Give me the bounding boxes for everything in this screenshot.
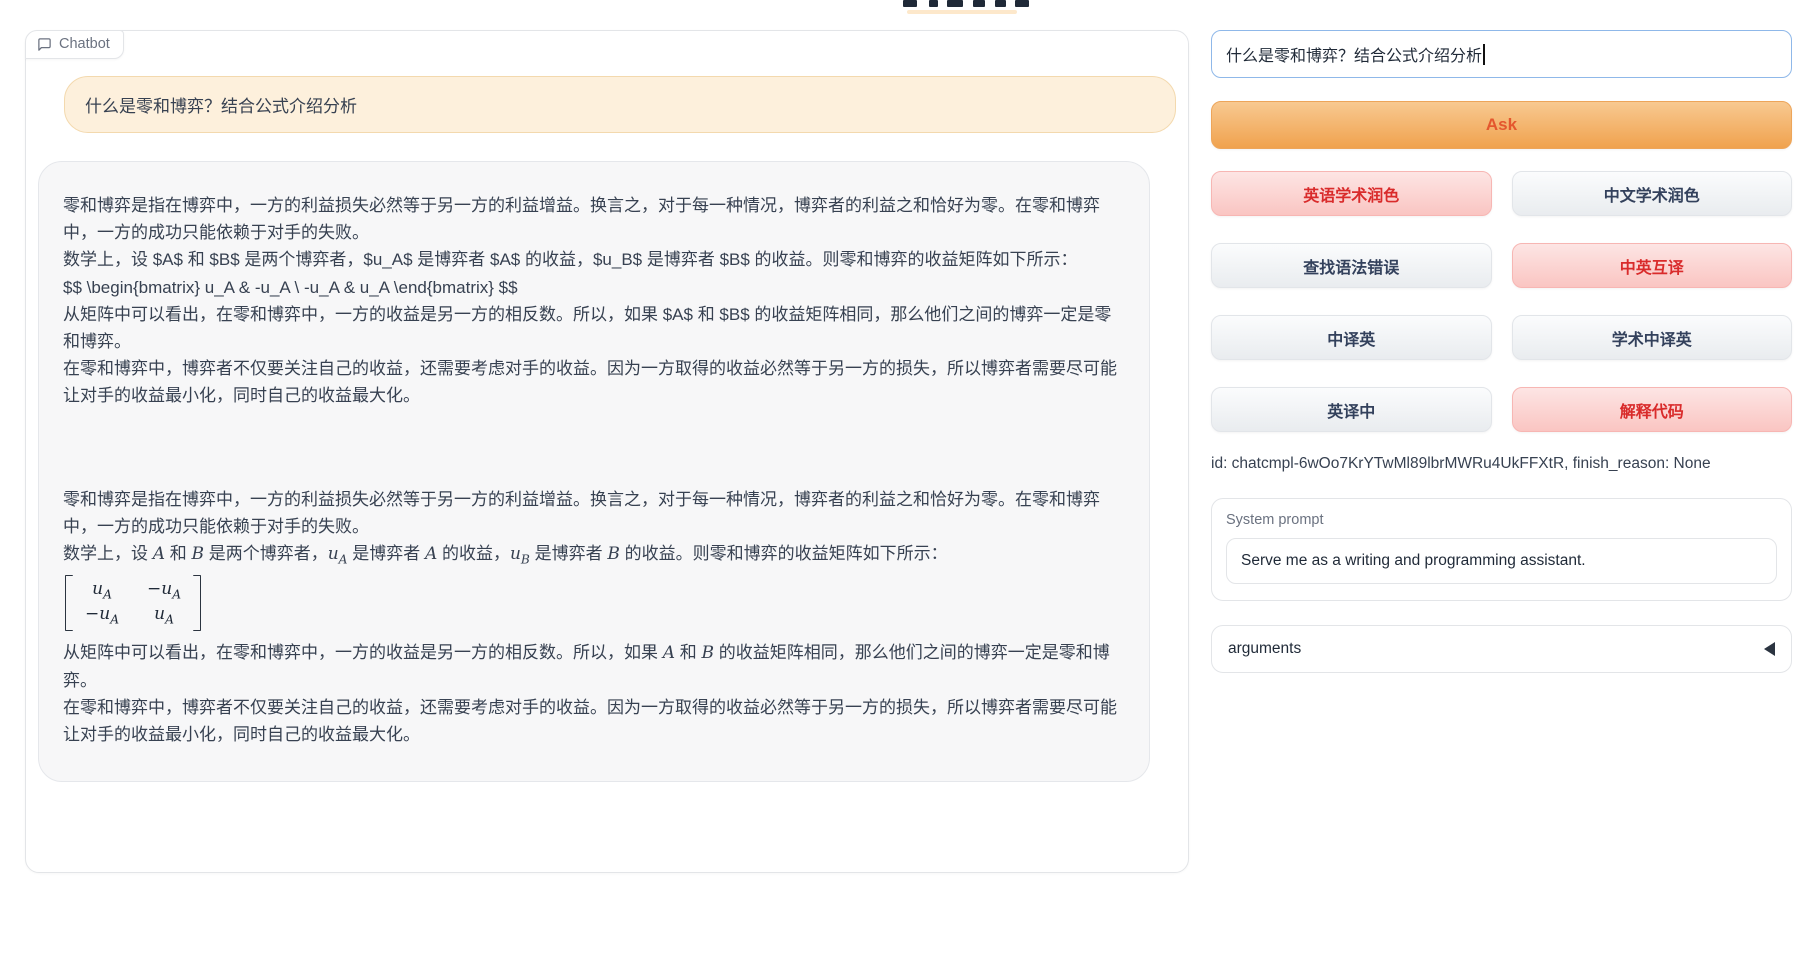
matrix-cell: −uA	[85, 603, 119, 628]
matrix-cells: uA−uA−uAuA	[73, 575, 193, 631]
matrix-left-bracket	[65, 575, 73, 631]
chat-scroll-area[interactable]: 什么是零和博弈？结合公式介绍分析 零和博弈是指在博弈中，一方的利益损失必然等于另…	[26, 31, 1188, 872]
chatbot-label-text: Chatbot	[59, 36, 110, 52]
matrix-right-bracket	[193, 575, 201, 631]
arguments-accordion-label: arguments	[1228, 640, 1301, 658]
bot-raw-paragraph: 在零和博弈中，博弈者不仅要关注自己的收益，还需要考虑对手的收益。因为一方取得的收…	[63, 355, 1125, 409]
payoff-matrix: uA−uA−uAuA	[65, 575, 201, 631]
chat-bubble-icon	[37, 37, 52, 52]
action-button-6[interactable]: 学术中译英	[1512, 315, 1793, 360]
prompt-input[interactable]: 什么是零和博弈？结合公式介绍分析	[1211, 30, 1792, 78]
system-prompt-group: System prompt Serve me as a writing and …	[1211, 498, 1792, 601]
bot-raw-paragraph: 数学上，设 $A$ 和 $B$ 是两个博弈者，$u_A$ 是博弈者 $A$ 的收…	[63, 246, 1125, 273]
bot-answer-rendered: 零和博弈是指在博弈中，一方的利益损失必然等于另一方的利益增益。换言之，对于每一种…	[63, 486, 1125, 749]
action-button-2[interactable]: 中文学术润色	[1512, 171, 1793, 216]
user-message-text: 什么是零和博弈？结合公式介绍分析	[85, 97, 357, 116]
user-message-bubble: 什么是零和博弈？结合公式介绍分析	[64, 76, 1176, 133]
system-prompt-value: Serve me as a writing and programming as…	[1241, 552, 1586, 569]
action-button-7[interactable]: 英译中	[1211, 387, 1492, 432]
action-button-5[interactable]: 中译英	[1211, 315, 1492, 360]
chatbot-label: Chatbot	[25, 30, 124, 59]
clipped-page-title	[903, 0, 1033, 16]
system-prompt-input[interactable]: Serve me as a writing and programming as…	[1226, 538, 1777, 584]
bot-rendered-paragraph: 从矩阵中可以看出，在零和博弈中，一方的收益是另一方的相反数。所以，如果 A 和 …	[63, 639, 1125, 694]
app-layout: Chatbot 什么是零和博弈？结合公式介绍分析 零和博弈是指在博弈中，一方的利…	[0, 0, 1814, 873]
action-button-1[interactable]: 英语学术润色	[1211, 171, 1492, 216]
collapse-arrow-icon	[1764, 642, 1775, 656]
ask-button-label: Ask	[1486, 115, 1517, 135]
arguments-accordion-header[interactable]: arguments	[1211, 625, 1792, 673]
text-caret	[1483, 44, 1485, 65]
action-button-3[interactable]: 查找语法错误	[1211, 243, 1492, 288]
action-button-8[interactable]: 解释代码	[1512, 387, 1793, 432]
bot-rendered-paragraph: 数学上，设 A 和 B 是两个博弈者，uA 是博弈者 A 的收益，uB 是博弈者…	[63, 540, 1125, 570]
prompt-input-value: 什么是零和博弈？结合公式介绍分析	[1226, 42, 1482, 66]
bot-message-bubble: 零和博弈是指在博弈中，一方的利益损失必然等于另一方的利益增益。换言之，对于每一种…	[38, 161, 1150, 782]
matrix-cell: uA	[147, 603, 181, 628]
bot-raw-paragraph: 零和博弈是指在博弈中，一方的利益损失必然等于另一方的利益增益。换言之，对于每一种…	[63, 192, 1125, 246]
action-button-grid: 英语学术润色中文学术润色查找语法错误中英互译中译英学术中译英英译中解释代码	[1211, 171, 1792, 432]
message-copy-gap	[63, 410, 1125, 486]
status-line: id: chatcmpl-6wOo7KrYTwMl89lbrMWRu4UkFFX…	[1211, 455, 1792, 473]
bot-raw-latex-line: $$ \begin{bmatrix} u_A & -u_A \ -u_A & u…	[63, 274, 1125, 301]
matrix-cell: −uA	[147, 578, 181, 603]
bot-raw-paragraph: 从矩阵中可以看出，在零和博弈中，一方的收益是另一方的相反数。所以，如果 $A$ …	[63, 301, 1125, 355]
bot-rendered-paragraph: 在零和博弈中，博弈者不仅要关注自己的收益，还需要考虑对手的收益。因为一方取得的收…	[63, 694, 1125, 748]
control-column: 什么是零和博弈？结合公式介绍分析 Ask 英语学术润色中文学术润色查找语法错误中…	[1211, 30, 1792, 673]
action-button-4[interactable]: 中英互译	[1512, 243, 1793, 288]
bot-rendered-paragraph: 零和博弈是指在博弈中，一方的利益损失必然等于另一方的利益增益。换言之，对于每一种…	[63, 486, 1125, 540]
system-prompt-label: System prompt	[1226, 512, 1777, 528]
ask-button[interactable]: Ask	[1211, 101, 1792, 149]
chatbot-panel: Chatbot 什么是零和博弈？结合公式介绍分析 零和博弈是指在博弈中，一方的利…	[25, 30, 1189, 873]
matrix-cell: uA	[85, 578, 119, 603]
bot-answer-raw: 零和博弈是指在博弈中，一方的利益损失必然等于另一方的利益增益。换言之，对于每一种…	[63, 192, 1125, 410]
